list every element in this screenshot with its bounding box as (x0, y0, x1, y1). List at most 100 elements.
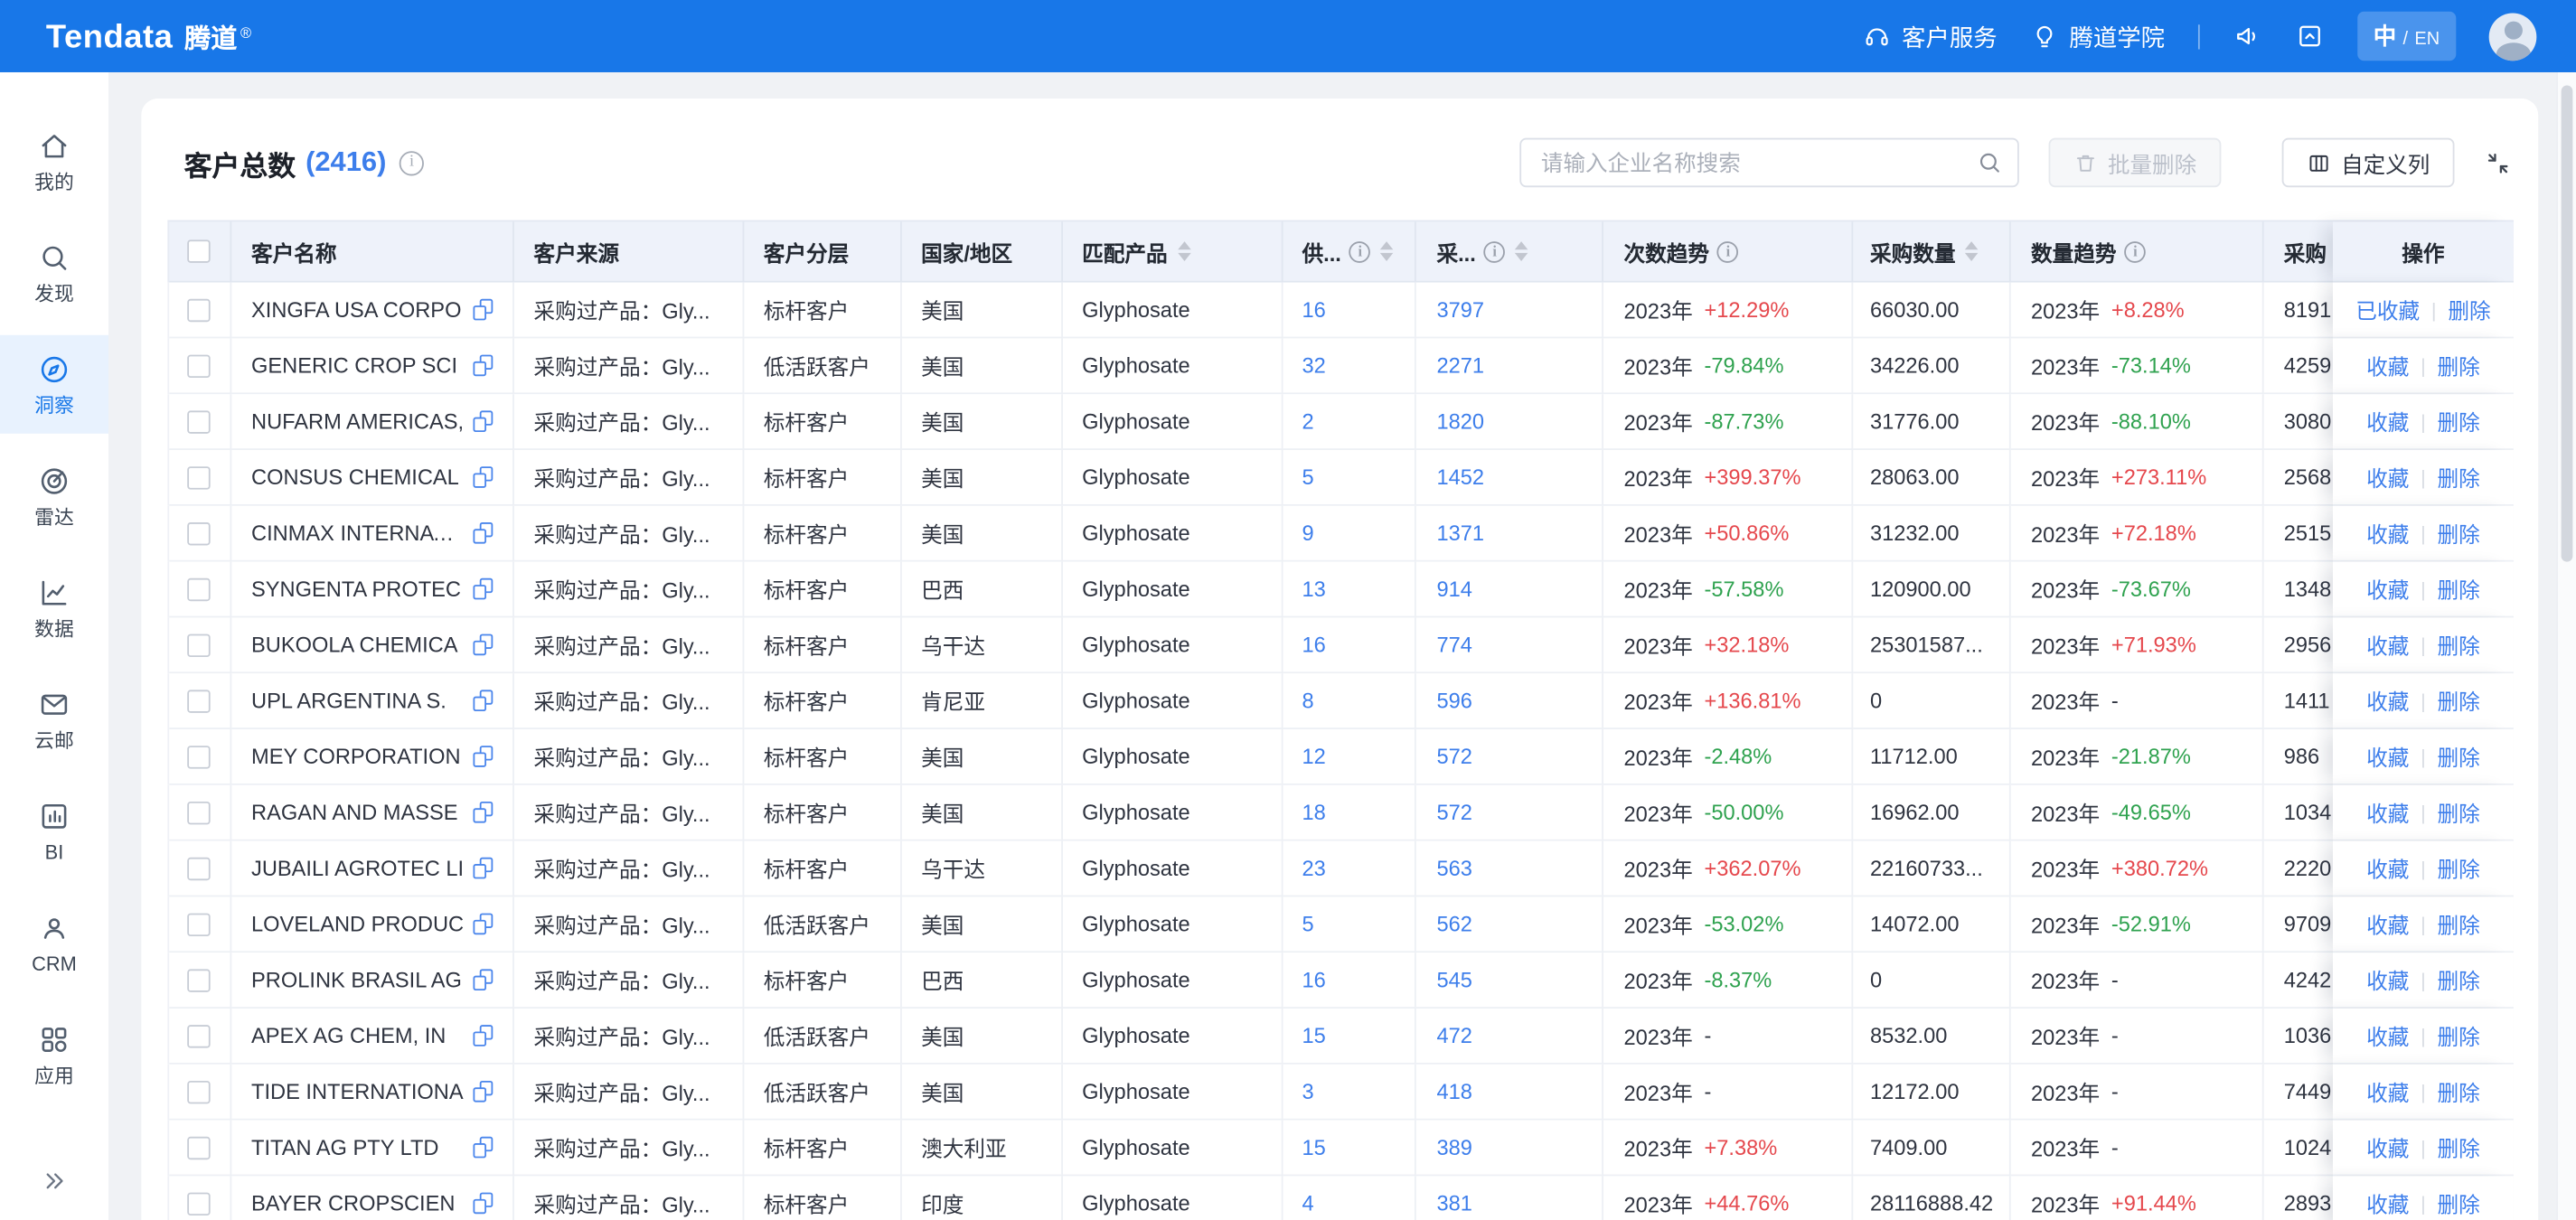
favorite-link[interactable]: 收藏 (2366, 573, 2409, 605)
search-icon[interactable] (1977, 149, 2003, 175)
favorite-link[interactable]: 收藏 (2366, 908, 2409, 940)
sidebar-collapse-button[interactable] (0, 1155, 108, 1207)
user-avatar[interactable] (2489, 13, 2537, 61)
row-checkbox[interactable] (188, 1192, 211, 1215)
purchase-count-link[interactable]: 774 (1436, 633, 1471, 657)
customer-name[interactable]: UPL ARGENTINA S. (251, 689, 447, 713)
delete-link[interactable]: 删除 (2438, 964, 2480, 996)
copy-icon[interactable] (473, 802, 493, 823)
delete-link[interactable]: 删除 (2438, 741, 2480, 773)
customer-name[interactable]: APEX AG CHEM, IN (251, 1023, 446, 1047)
purchase-count-link[interactable]: 562 (1436, 912, 1471, 936)
delete-link[interactable]: 删除 (2448, 294, 2490, 325)
customer-name[interactable]: TITAN AG PTY LTD (251, 1135, 438, 1159)
customer-name[interactable]: JUBAILI AGROTEC LI (251, 856, 464, 880)
sidebar-item-my[interactable]: 我的 (0, 112, 108, 211)
purchase-count-link[interactable]: 1452 (1436, 465, 1484, 489)
favorite-link[interactable]: 收藏 (2366, 518, 2409, 549)
supplier-count-link[interactable]: 16 (1302, 968, 1326, 992)
customer-name[interactable]: SYNGENTA PROTEC (251, 577, 461, 601)
delete-link[interactable]: 删除 (2438, 406, 2480, 437)
supplier-count-link[interactable]: 3 (1302, 1079, 1314, 1103)
sidebar-item-insight[interactable]: 洞察 (0, 335, 108, 434)
supplier-count-link[interactable]: 13 (1302, 577, 1326, 601)
supplier-count-link[interactable]: 16 (1302, 297, 1326, 322)
supplier-count-link[interactable]: 5 (1302, 912, 1314, 936)
sidebar-item-apps[interactable]: 应用 (0, 1005, 108, 1103)
favorite-link[interactable]: 收藏 (2366, 685, 2409, 717)
sort-icon[interactable] (1965, 241, 1979, 261)
favorite-link[interactable]: 收藏 (2366, 797, 2409, 829)
copy-icon[interactable] (473, 466, 493, 488)
purchase-count-link[interactable]: 389 (1436, 1135, 1471, 1159)
delete-link[interactable]: 删除 (2438, 462, 2480, 493)
nav-academy[interactable]: 腾道学院 (2030, 19, 2165, 53)
sidebar-item-radar[interactable]: 雷达 (0, 446, 108, 545)
supplier-count-link[interactable]: 12 (1302, 744, 1326, 768)
customer-name[interactable]: TIDE INTERNATIONA (251, 1079, 464, 1103)
supplier-count-link[interactable]: 15 (1302, 1135, 1326, 1159)
delete-link[interactable]: 删除 (2438, 685, 2480, 717)
row-checkbox[interactable] (188, 577, 211, 600)
row-checkbox[interactable] (188, 1136, 211, 1159)
custom-columns-button[interactable]: 自定义列 (2282, 138, 2455, 188)
customer-name[interactable]: NUFARM AMERICAS, (251, 409, 464, 434)
favorite-link[interactable]: 收藏 (2366, 1131, 2409, 1163)
copy-icon[interactable] (473, 410, 493, 432)
expand-icon[interactable] (2484, 148, 2512, 176)
language-toggle[interactable]: 中 / EN (2357, 12, 2457, 61)
scrollbar-thumb[interactable] (2562, 86, 2573, 562)
row-checkbox[interactable] (188, 298, 211, 321)
announcement-icon[interactable] (2232, 22, 2261, 52)
favorite-link[interactable]: 收藏 (2366, 964, 2409, 996)
copy-icon[interactable] (473, 1137, 493, 1159)
supplier-count-link[interactable]: 23 (1302, 856, 1326, 880)
purchase-count-link[interactable]: 2271 (1436, 353, 1484, 378)
copy-icon[interactable] (473, 969, 493, 990)
customer-name[interactable]: BUKOOLA CHEMICA (251, 633, 457, 657)
supplier-count-link[interactable]: 4 (1302, 1191, 1314, 1215)
copy-icon[interactable] (473, 914, 493, 935)
purchase-count-link[interactable]: 914 (1436, 577, 1471, 601)
customer-name[interactable]: BAYER CROPSCIEN (251, 1191, 455, 1215)
customer-name[interactable]: MEY CORPORATION (251, 744, 461, 768)
copy-icon[interactable] (473, 634, 493, 656)
copy-icon[interactable] (473, 690, 493, 711)
sort-icon[interactable] (1178, 241, 1191, 261)
workbench-icon[interactable] (2295, 22, 2325, 52)
delete-link[interactable]: 删除 (2438, 1187, 2480, 1219)
supplier-count-link[interactable]: 18 (1302, 800, 1326, 824)
copy-icon[interactable] (473, 858, 493, 879)
purchase-count-link[interactable]: 3797 (1436, 297, 1484, 322)
supplier-count-link[interactable]: 2 (1302, 409, 1314, 434)
favorite-link[interactable]: 收藏 (2366, 741, 2409, 773)
favorite-link[interactable]: 收藏 (2366, 350, 2409, 381)
purchase-count-link[interactable]: 596 (1436, 689, 1471, 713)
copy-icon[interactable] (473, 299, 493, 321)
purchase-count-link[interactable]: 1820 (1436, 409, 1484, 434)
row-checkbox[interactable] (188, 968, 211, 990)
info-icon[interactable] (1484, 240, 1506, 262)
delete-link[interactable]: 删除 (2438, 908, 2480, 940)
copy-icon[interactable] (473, 746, 493, 767)
delete-link[interactable]: 删除 (2438, 1076, 2480, 1108)
row-checkbox[interactable] (188, 465, 211, 488)
purchase-count-link[interactable]: 472 (1436, 1023, 1471, 1047)
row-checkbox[interactable] (188, 409, 211, 432)
favorite-link[interactable]: 收藏 (2366, 406, 2409, 437)
delete-link[interactable]: 删除 (2438, 518, 2480, 549)
copy-icon[interactable] (473, 355, 493, 377)
select-all-checkbox[interactable] (188, 239, 211, 262)
purchase-count-link[interactable]: 1371 (1436, 521, 1484, 545)
purchase-count-link[interactable]: 563 (1436, 856, 1471, 880)
delete-link[interactable]: 删除 (2438, 1131, 2480, 1163)
copy-icon[interactable] (473, 1025, 493, 1046)
row-checkbox[interactable] (188, 689, 211, 711)
header-select-all[interactable] (169, 221, 231, 282)
row-checkbox[interactable] (188, 913, 211, 935)
customer-name[interactable]: GENERIC CROP SCI (251, 353, 457, 378)
purchase-count-link[interactable]: 381 (1436, 1191, 1471, 1215)
sort-icon[interactable] (1515, 241, 1528, 261)
column-header-product[interactable]: 匹配产品 (1062, 221, 1282, 282)
copy-icon[interactable] (473, 522, 493, 544)
